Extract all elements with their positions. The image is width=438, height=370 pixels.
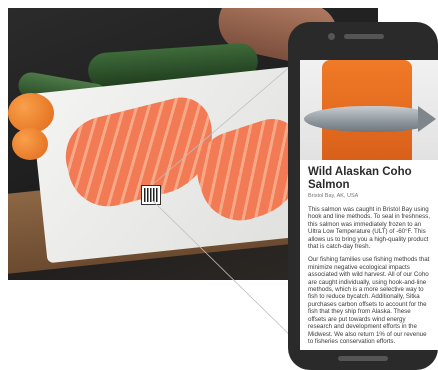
orange-fruit bbox=[12, 128, 48, 160]
phone-screen: Wild Alaskan Coho Salmon Bristol Bay, AK… bbox=[300, 60, 438, 350]
hero-image bbox=[300, 60, 438, 160]
salmon-fish bbox=[304, 106, 430, 132]
product-location: Bristol Bay, AK, USA bbox=[308, 193, 359, 199]
home-bar[interactable] bbox=[338, 356, 388, 361]
phone-device: Wild Alaskan Coho Salmon Bristol Bay, AK… bbox=[288, 22, 438, 370]
camera-icon bbox=[328, 33, 335, 40]
product-details: Wild Alaskan Coho Salmon Bristol Bay, AK… bbox=[300, 160, 438, 345]
orange-fruit bbox=[8, 93, 54, 133]
description-paragraph: Our fishing families use fishing methods… bbox=[308, 256, 430, 345]
fish-tail bbox=[418, 106, 436, 132]
product-title: Wild Alaskan Coho Salmon bbox=[308, 166, 412, 191]
speaker-grille bbox=[344, 34, 384, 39]
description-paragraph: This salmon was caught in Bristol Bay us… bbox=[308, 206, 430, 251]
qr-code-icon[interactable] bbox=[141, 185, 161, 205]
